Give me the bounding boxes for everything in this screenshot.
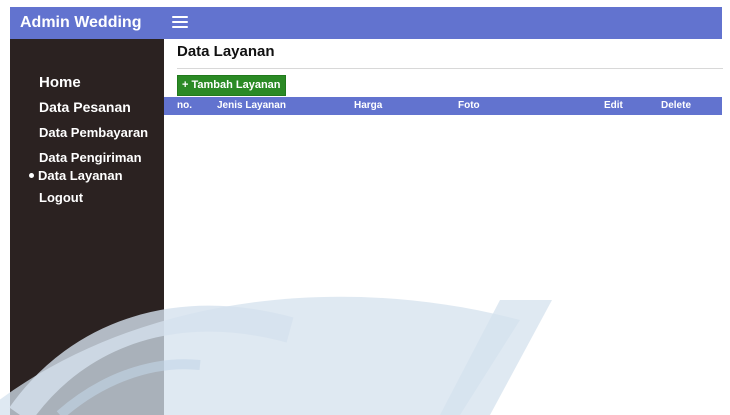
sidebar-item-logout[interactable]: Logout: [39, 190, 83, 206]
top-bar: Admin Wedding: [10, 7, 722, 39]
sidebar-item-label: Home: [39, 74, 81, 91]
add-service-button[interactable]: + Tambah Layanan: [177, 75, 286, 96]
sidebar-item-data-layanan[interactable]: Data Layanan: [29, 168, 123, 184]
column-header-delete: Delete: [661, 100, 692, 111]
sidebar: Home Data Pesanan Data Pembayaran Data P…: [10, 39, 164, 415]
app-title: Admin Wedding: [20, 14, 142, 31]
sidebar-item-data-pengiriman[interactable]: Data Pengiriman: [39, 150, 142, 166]
sidebar-item-label: Data Layanan: [38, 168, 123, 183]
column-header-jenis-layanan: Jenis Layanan: [217, 100, 286, 111]
column-header-edit: Edit: [604, 100, 623, 111]
sidebar-item-label: Data Pesanan: [39, 99, 131, 115]
main-content: Data Layanan + Tambah Layanan no. Jenis …: [164, 39, 730, 415]
page-title: Data Layanan: [177, 43, 275, 60]
sidebar-item-home[interactable]: Home: [39, 74, 81, 92]
title-divider: [177, 68, 723, 69]
sidebar-item-data-pesanan[interactable]: Data Pesanan: [39, 99, 131, 115]
app-frame: Admin Wedding Home Data Pesanan Data Pem…: [10, 7, 730, 415]
sidebar-item-label: Logout: [39, 190, 84, 205]
column-header-no: no.: [177, 100, 192, 111]
column-header-foto: Foto: [458, 100, 480, 111]
hamburger-menu-icon[interactable]: [172, 15, 188, 29]
sidebar-item-data-pembayaran[interactable]: Data Pembayaran: [39, 125, 148, 141]
bullet-icon: [29, 173, 34, 179]
table-header: no. Jenis Layanan Harga Foto Edit Delete: [164, 97, 722, 115]
sidebar-item-label: Data Pembayaran: [39, 125, 149, 140]
column-header-harga: Harga: [354, 100, 383, 111]
sidebar-item-label: Data Pengiriman: [39, 150, 142, 165]
